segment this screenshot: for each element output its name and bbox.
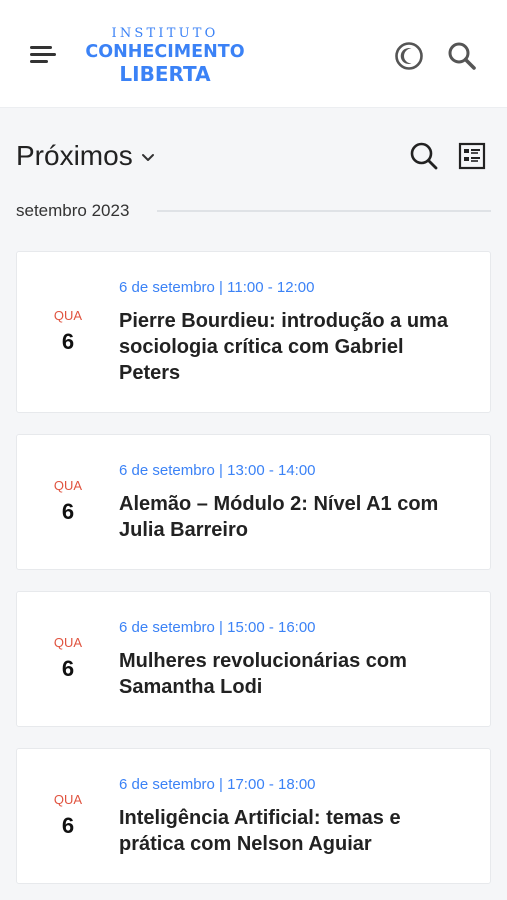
- search-icon[interactable]: [408, 140, 440, 172]
- menu-line: [30, 60, 48, 63]
- chevron-down-icon: [141, 154, 154, 161]
- logo-line-2: CONHECIMENTO: [85, 42, 245, 62]
- event-day: 6: [61, 329, 75, 354]
- event-card[interactable]: QUA 6 6 de setembro | 15:00 - 16:00 Mulh…: [16, 591, 491, 727]
- event-day: 6: [61, 813, 75, 838]
- event-card[interactable]: QUA 6 6 de setembro | 17:00 - 18:00 Inte…: [16, 748, 491, 884]
- event-card[interactable]: QUA 6 6 de setembro | 13:00 - 14:00 Alem…: [16, 434, 491, 570]
- event-date-block: QUA 6: [17, 461, 119, 543]
- event-date-block: QUA 6: [17, 278, 119, 386]
- event-info: 6 de setembro | 11:00 - 12:00 Pierre Bou…: [119, 278, 470, 386]
- site-logo[interactable]: INSTITUTO CONHECIMENTO LIBERTA: [76, 26, 254, 86]
- list-view-icon[interactable]: [456, 140, 488, 172]
- event-weekday: QUA: [53, 792, 83, 807]
- event-info: 6 de setembro | 17:00 - 18:00 Inteligênc…: [119, 775, 470, 857]
- event-date-block: QUA 6: [17, 618, 119, 700]
- event-title-link[interactable]: Pierre Bourdieu: introdução a uma sociol…: [119, 308, 470, 386]
- event-list: QUA 6 6 de setembro | 11:00 - 12:00 Pier…: [16, 251, 491, 900]
- site-header: INSTITUTO CONHECIMENTO LIBERTA: [0, 0, 507, 108]
- events-toolbar: Próximos: [0, 130, 507, 180]
- month-label: setembro 2023: [16, 201, 130, 220]
- search-icon[interactable]: [446, 40, 478, 72]
- event-title-link[interactable]: Inteligência Artificial: temas e prática…: [119, 805, 470, 857]
- event-title-link[interactable]: Mulheres revolucionárias com Samantha Lo…: [119, 648, 470, 700]
- event-day: 6: [61, 499, 75, 524]
- event-weekday: QUA: [53, 308, 83, 323]
- view-selector[interactable]: Próximos: [16, 138, 155, 174]
- event-day: 6: [61, 656, 75, 681]
- menu-line: [30, 53, 56, 56]
- event-info: 6 de setembro | 15:00 - 16:00 Mulheres r…: [119, 618, 470, 700]
- event-time: 6 de setembro | 13:00 - 14:00: [119, 462, 316, 479]
- event-card[interactable]: QUA 6 6 de setembro | 11:00 - 12:00 Pier…: [16, 251, 491, 413]
- month-separator: setembro 2023: [16, 198, 491, 224]
- view-selector-label: Próximos: [16, 140, 133, 171]
- event-time: 6 de setembro | 15:00 - 16:00: [119, 619, 316, 636]
- event-date-block: QUA 6: [17, 775, 119, 857]
- event-weekday: QUA: [53, 478, 83, 493]
- hamburger-menu-icon[interactable]: [28, 42, 58, 68]
- month-divider: [157, 210, 491, 212]
- event-title-link[interactable]: Alemão – Módulo 2: Nível A1 com Julia Ba…: [119, 491, 470, 543]
- event-info: 6 de setembro | 13:00 - 14:00 Alemão – M…: [119, 461, 470, 543]
- menu-line: [30, 46, 52, 49]
- logo-line-3: LIBERTA: [119, 62, 211, 86]
- event-time: 6 de setembro | 11:00 - 12:00: [119, 279, 315, 296]
- dark-mode-toggle-icon[interactable]: [393, 40, 425, 72]
- event-time: 6 de setembro | 17:00 - 18:00: [119, 776, 316, 793]
- logo-line-1: INSTITUTO: [111, 26, 219, 41]
- event-weekday: QUA: [53, 635, 83, 650]
